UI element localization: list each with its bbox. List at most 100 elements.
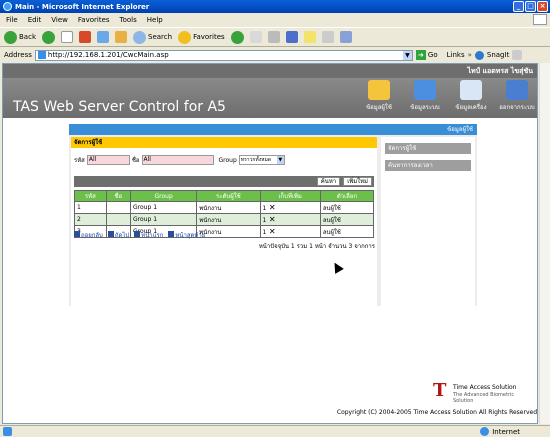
page-icon <box>37 51 46 59</box>
group-select[interactable]: ทราวกทั้งหมด ▼ <box>238 155 285 165</box>
delete-x-icon[interactable]: ✕ <box>269 203 276 212</box>
mail-icon[interactable] <box>249 31 262 43</box>
name-label: ชื่อ <box>131 157 140 164</box>
menu-view[interactable]: View <box>51 16 68 24</box>
count-value: 1 <box>262 229 267 236</box>
menu-help[interactable]: Help <box>147 16 163 24</box>
cell-level: พนักงาน <box>196 225 261 238</box>
address-dropdown-icon[interactable]: ▼ <box>402 50 412 60</box>
device-icon <box>460 80 482 100</box>
code-label: รหัส <box>74 157 85 164</box>
nav-device-info[interactable]: ข้อมูลเครื่อง <box>453 80 489 112</box>
action-bar: ค้นหา เพิ่มใหม่ <box>74 176 374 187</box>
back-button[interactable]: Back <box>4 30 36 44</box>
column-header: Group <box>130 190 198 202</box>
user-management-panel: จัดการผู้ใช้ รหัส All ชื่อ All Group ทรา… <box>71 137 377 306</box>
print-icon[interactable] <box>267 31 280 43</box>
page-viewport: ไทป์ แอดทรส ไขสุ่ชัน TAS Web Server Cont… <box>2 63 538 424</box>
system-icon <box>414 80 436 100</box>
code-input[interactable]: All <box>86 155 130 165</box>
menu-tools[interactable]: Tools <box>120 16 137 24</box>
group-select-value: ทราวกทั้งหมด <box>240 157 272 163</box>
address-url: http://192.168.1.201/CwcMain.asp <box>47 51 169 59</box>
page-info: หน้าปัจจุบัน 1 รวม 1 หน้า จำนวน 3 จากการ <box>258 243 375 250</box>
pager-next[interactable]: ถัดไป <box>107 230 130 240</box>
pager: ถอยกลับ ถัดไป หน้าแรก หน้าสุดท้าย <box>74 230 205 240</box>
research-icon[interactable] <box>321 31 334 43</box>
panel-title: จัดการผู้ใช้ <box>71 137 377 148</box>
zone-label: Internet <box>492 427 520 436</box>
pager-next-label: ถัดไป <box>114 232 130 239</box>
cell-count: 1 ✕ <box>259 225 321 238</box>
close-button[interactable]: × <box>537 1 548 12</box>
delete-x-icon[interactable]: ✕ <box>269 215 276 224</box>
star-icon <box>178 30 192 44</box>
app-title: TAS Web Server Control for A5 <box>13 99 226 115</box>
security-zone: Internet <box>480 427 520 436</box>
column-header: รหัส <box>74 190 107 202</box>
menu-bar: File Edit View Favorites Tools Help <box>0 14 550 26</box>
windows-flag-icon <box>533 14 547 25</box>
delete-x-icon[interactable]: ✕ <box>269 227 276 236</box>
address-input[interactable]: http://192.168.1.201/CwcMain.asp ▼ <box>34 49 413 61</box>
app-banner: TAS Web Server Control for A5 ข้อมูลผู้ใ… <box>3 78 537 118</box>
chevron-down-icon: ▼ <box>276 156 284 164</box>
search-button[interactable]: ค้นหา <box>316 177 341 186</box>
stop-icon[interactable] <box>61 31 73 43</box>
cell-level: พนักงาน <box>196 201 261 214</box>
delete-user-link[interactable]: ลบผู้ใช้ <box>319 225 375 238</box>
vertical-scrollbar[interactable] <box>539 63 550 424</box>
last-page-icon <box>168 231 175 237</box>
browser-toolbar: Back Search Favorites <box>0 27 550 47</box>
edit-icon[interactable] <box>285 31 298 43</box>
history-icon[interactable] <box>230 30 244 44</box>
maximize-button[interactable]: □ <box>525 1 536 12</box>
menu-file[interactable]: File <box>6 16 18 24</box>
cell-level: พนักงาน <box>196 213 261 226</box>
nav-logout[interactable]: ออกจากระบบ <box>499 80 535 112</box>
close-page-icon[interactable] <box>79 31 91 43</box>
links-button[interactable]: Links <box>447 51 465 59</box>
name-input[interactable]: All <box>141 155 214 165</box>
content-area: ข้อมูลผู้ใช้ จัดการผู้ใช้ รหัส All ชื่อ … <box>69 124 477 306</box>
company-logo: T Time Access Solution The Advanced Biom… <box>433 380 523 404</box>
first-page-icon <box>134 231 141 237</box>
back-arrow-icon <box>4 30 17 44</box>
nav-system-info[interactable]: ข้อมูลระบบ <box>407 80 443 112</box>
pager-last[interactable]: หน้าสุดท้าย <box>168 230 205 240</box>
column-header: เก็บที่เพิ่ม <box>259 190 321 202</box>
back-label: Back <box>19 33 36 41</box>
logout-icon <box>506 80 528 100</box>
back-icon <box>74 231 80 237</box>
refresh-icon[interactable] <box>97 31 109 43</box>
links-chevron-icon[interactable]: » <box>468 51 472 59</box>
cell-group: Group 1 <box>130 201 198 214</box>
go-button[interactable]: ➜ Go <box>415 50 438 60</box>
menu-favorites[interactable]: Favorites <box>78 16 110 24</box>
favorites-button[interactable]: Favorites <box>178 30 225 44</box>
menu-edit[interactable]: Edit <box>28 16 42 24</box>
pager-first[interactable]: หน้าแรก <box>134 230 163 240</box>
delete-user-link[interactable]: ลบผู้ใช้ <box>319 201 375 214</box>
folder-icon[interactable] <box>303 31 316 43</box>
table-row: 1 Group 1 พนักงาน 1 ✕ ลบผู้ใช้ <box>74 201 375 214</box>
add-new-button[interactable]: เพิ่มใหม่ <box>343 177 372 186</box>
pager-back[interactable]: ถอยกลับ <box>74 230 103 240</box>
side-link-manage-users[interactable]: จัดการผู้ใช้ <box>385 143 471 154</box>
home-icon[interactable] <box>115 31 127 43</box>
nav-user-info[interactable]: ข้อมูลผู้ใช้ <box>361 80 397 112</box>
side-link-search-attendance[interactable]: ค้นหาการลงเวลา <box>385 160 471 171</box>
forward-arrow-icon[interactable] <box>42 30 55 44</box>
count-value: 1 <box>262 217 267 224</box>
delete-user-link[interactable]: ลบผู้ใช้ <box>319 213 375 226</box>
app-nav: ข้อมูลผู้ใช้ ข้อมูลระบบ ข้อมูลเครื่อง ออ… <box>361 80 535 112</box>
messenger-icon[interactable] <box>339 31 352 43</box>
snagit-capture-icon[interactable] <box>512 50 523 60</box>
globe-icon <box>480 427 490 436</box>
side-menu: จัดการผู้ใช้ ค้นหาการลงเวลา <box>381 137 475 306</box>
snagit-button[interactable]: SnagIt <box>487 51 509 59</box>
search-button[interactable]: Search <box>133 30 172 44</box>
minimize-button[interactable]: _ <box>513 1 524 12</box>
user-icon <box>368 80 390 100</box>
logo-tagline: The Advanced Biometric Solution <box>453 392 515 404</box>
